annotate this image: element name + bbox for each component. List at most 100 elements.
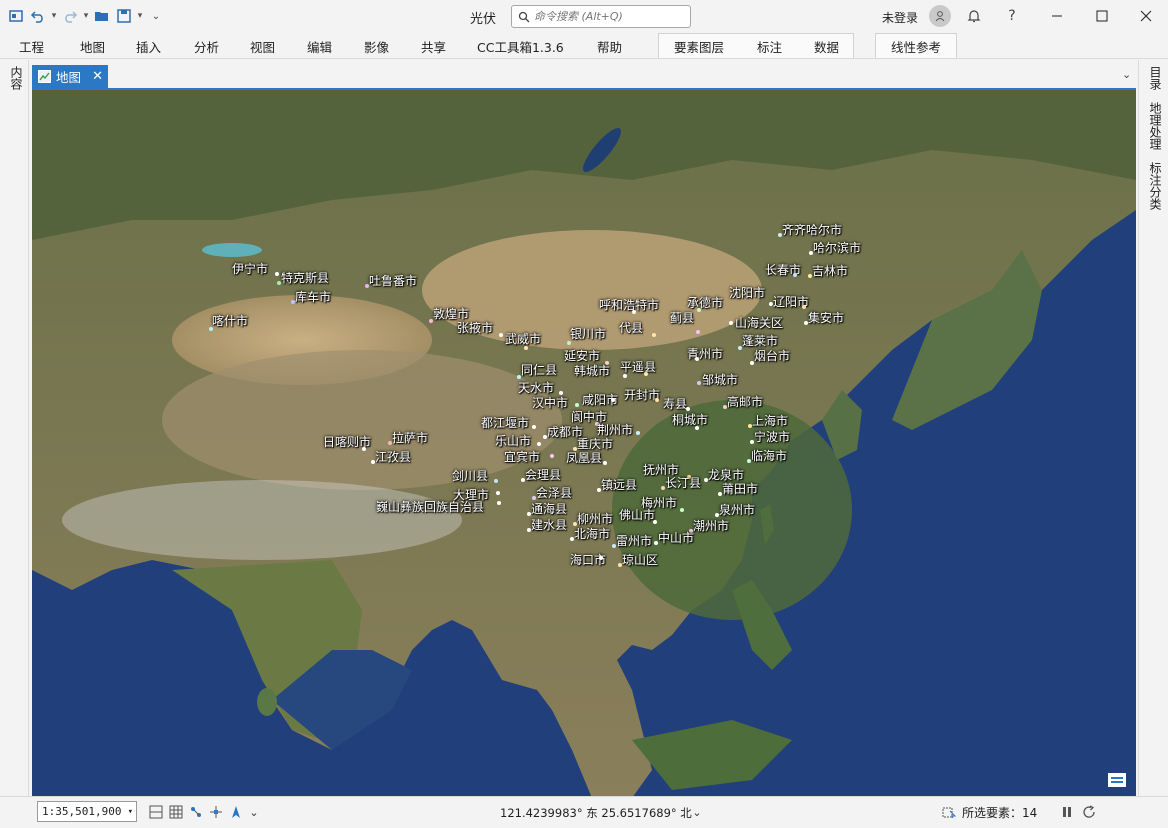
tab-project[interactable]: 工程: [19, 37, 44, 56]
city-point-marker[interactable]: [603, 461, 607, 465]
city-point-marker[interactable]: [550, 454, 554, 458]
city-point-marker[interactable]: [697, 308, 701, 312]
help-button[interactable]: ?: [1002, 6, 1022, 26]
label-classes-pane-tab[interactable]: 标注分类: [1147, 162, 1164, 210]
coordinate-format-chevron-down-icon[interactable]: ⌄: [688, 803, 706, 821]
city-point-marker[interactable]: [655, 398, 659, 402]
city-point-marker[interactable]: [521, 478, 525, 482]
contents-pane-tab[interactable]: 内容: [8, 66, 25, 90]
city-point-marker[interactable]: [652, 333, 656, 337]
city-point-marker[interactable]: [636, 431, 640, 435]
tab-data[interactable]: 数据: [814, 37, 839, 56]
snapping-icon[interactable]: [187, 803, 205, 821]
city-point-marker[interactable]: [802, 305, 806, 309]
city-point-marker[interactable]: [778, 233, 782, 237]
tab-help[interactable]: 帮助: [597, 37, 622, 56]
city-point-marker[interactable]: [527, 528, 531, 532]
city-point-marker[interactable]: [365, 284, 369, 288]
save-project-icon[interactable]: [114, 6, 134, 26]
tab-labeling[interactable]: 标注: [757, 37, 782, 56]
project-icon[interactable]: [6, 6, 26, 26]
city-point-marker[interactable]: [654, 541, 658, 545]
city-point-marker[interactable]: [209, 327, 213, 331]
city-point-marker[interactable]: [494, 479, 498, 483]
tab-edit[interactable]: 编辑: [307, 37, 332, 56]
city-point-marker[interactable]: [748, 424, 752, 428]
city-point-marker[interactable]: [695, 426, 699, 430]
customize-toolbar-icon[interactable]: ⌄: [146, 6, 166, 26]
city-point-marker[interactable]: [632, 310, 636, 314]
city-point-marker[interactable]: [537, 442, 541, 446]
city-point-marker[interactable]: [388, 441, 392, 445]
city-point-marker[interactable]: [738, 346, 742, 350]
map-tab[interactable]: 地图 ✕: [32, 65, 108, 88]
city-point-marker[interactable]: [793, 273, 797, 277]
command-search[interactable]: [511, 5, 691, 28]
notifications-bell-icon[interactable]: [964, 6, 984, 26]
city-point-marker[interactable]: [543, 435, 547, 439]
north-arrow-icon[interactable]: [227, 803, 245, 821]
city-point-marker[interactable]: [275, 272, 279, 276]
city-point-marker[interactable]: [804, 321, 808, 325]
tab-cc-toolbox[interactable]: CC工具箱1.3.6: [477, 37, 564, 56]
city-point-marker[interactable]: [599, 556, 603, 560]
tab-insert[interactable]: 插入: [136, 37, 161, 56]
city-point-marker[interactable]: [597, 488, 601, 492]
city-point-marker[interactable]: [723, 405, 727, 409]
city-point-marker[interactable]: [696, 330, 700, 334]
city-point-marker[interactable]: [661, 486, 665, 490]
signin-status[interactable]: 未登录: [882, 9, 918, 26]
city-point-marker[interactable]: [697, 381, 701, 385]
undo-icon[interactable]: [28, 6, 48, 26]
city-point-marker[interactable]: [808, 274, 812, 278]
city-point-marker[interactable]: [570, 537, 574, 541]
city-point-marker[interactable]: [277, 281, 281, 285]
open-folder-icon[interactable]: [92, 6, 112, 26]
redo-icon[interactable]: [60, 6, 80, 26]
city-point-marker[interactable]: [611, 398, 615, 402]
save-dropdown-icon[interactable]: ▾: [136, 11, 144, 21]
city-point-marker[interactable]: [747, 459, 751, 463]
city-point-marker[interactable]: [532, 425, 536, 429]
tab-view[interactable]: 视图: [250, 37, 275, 56]
minimize-button[interactable]: [1047, 6, 1067, 26]
map-view[interactable]: 齐齐哈尔市 哈尔滨市 长春市 吉林市 伊宁市 特克斯县 吐鲁番市 库车市 喀什市 敦煌市 张掖市 武威…: [32, 88, 1136, 796]
map-navigator-icon[interactable]: [1106, 770, 1128, 790]
city-point-marker[interactable]: [362, 447, 366, 451]
undo-dropdown-icon[interactable]: ▾: [50, 11, 58, 21]
tab-list-chevron-down-icon[interactable]: ⌄: [1122, 68, 1131, 81]
city-point-marker[interactable]: [653, 520, 657, 524]
close-tab-icon[interactable]: ✕: [92, 69, 103, 84]
refresh-icon[interactable]: [1080, 803, 1098, 821]
city-point-marker[interactable]: [524, 346, 528, 350]
grid-icon[interactable]: [167, 803, 185, 821]
maximize-button[interactable]: [1092, 6, 1112, 26]
tab-analysis[interactable]: 分析: [194, 37, 219, 56]
tab-linear-referencing[interactable]: 线性参考: [891, 37, 941, 56]
tab-share[interactable]: 共享: [421, 37, 446, 56]
city-point-marker[interactable]: [750, 361, 754, 365]
city-point-marker[interactable]: [575, 403, 579, 407]
city-point-marker[interactable]: [718, 492, 722, 496]
city-point-marker[interactable]: [750, 440, 754, 444]
status-options-chevron-down-icon[interactable]: ⌄: [245, 803, 263, 821]
city-point-marker[interactable]: [429, 319, 433, 323]
close-window-button[interactable]: [1136, 6, 1156, 26]
tab-feature-layer[interactable]: 要素图层: [674, 37, 724, 56]
avatar[interactable]: [929, 5, 951, 27]
constraints-icon[interactable]: [207, 803, 225, 821]
city-point-marker[interactable]: [496, 491, 500, 495]
city-point-marker[interactable]: [497, 501, 501, 505]
city-point-marker[interactable]: [618, 563, 622, 567]
catalog-pane-tab[interactable]: 目录: [1147, 66, 1164, 90]
tab-map[interactable]: 地图: [80, 37, 105, 56]
city-point-marker[interactable]: [612, 544, 616, 548]
command-search-input[interactable]: [534, 10, 684, 23]
city-point-marker[interactable]: [680, 508, 684, 512]
pause-drawing-icon[interactable]: [1058, 803, 1076, 821]
city-point-marker[interactable]: [809, 251, 813, 255]
city-point-marker[interactable]: [704, 478, 708, 482]
redo-dropdown-icon[interactable]: ▾: [82, 11, 90, 21]
city-point-marker[interactable]: [291, 300, 295, 304]
city-point-marker[interactable]: [644, 372, 648, 376]
